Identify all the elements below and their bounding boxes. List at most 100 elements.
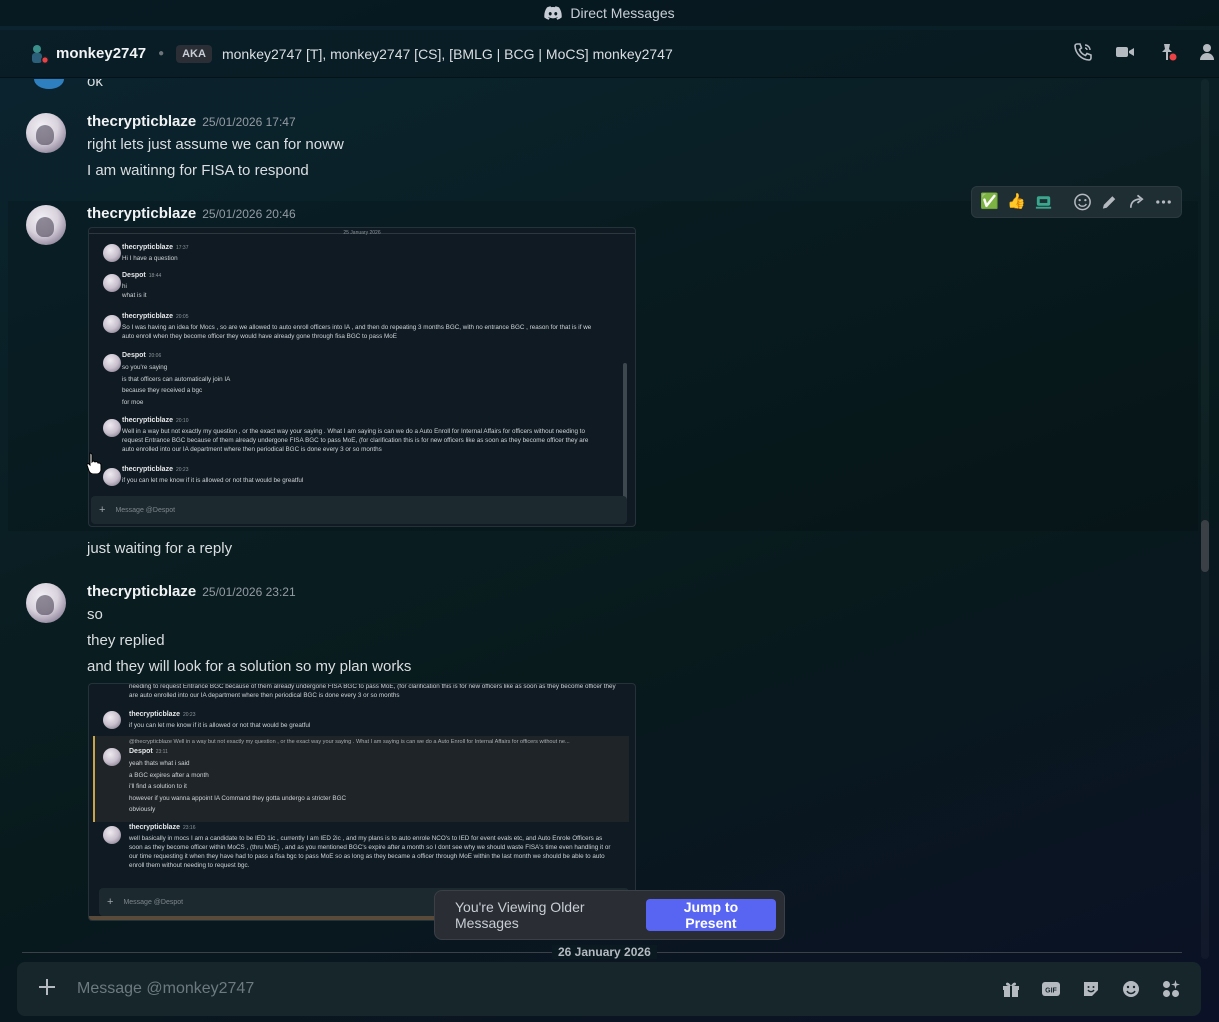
message-text: so xyxy=(87,606,103,623)
emoji-icon[interactable] xyxy=(1121,979,1141,999)
date-divider-label: 26 January 2026 xyxy=(552,945,657,959)
attachment-avatar xyxy=(103,468,121,486)
message-list-scrollbar-track[interactable] xyxy=(1201,79,1209,959)
jump-to-present-button[interactable]: Jump to Present xyxy=(645,899,776,931)
attachment-text: if you can let me know if it is allowed … xyxy=(129,722,311,729)
attachment-time: 23:16 xyxy=(182,825,196,831)
attachment-text: yeah thats what i said a BGC expires aft… xyxy=(129,760,347,813)
attachment-author-name: thecrypticblaze xyxy=(122,244,173,251)
gift-icon[interactable] xyxy=(1001,979,1021,999)
window-title: Direct Messages xyxy=(570,5,675,21)
attachment-time: 17:37 xyxy=(175,245,189,251)
message-text: right lets just assume we can for noww xyxy=(87,136,344,153)
attachment-time: 20:06 xyxy=(148,353,162,359)
author-name[interactable]: thecrypticblaze xyxy=(87,205,196,222)
message-author[interactable]: thecrypticblaze 25/01/2026 20:46 xyxy=(87,205,296,222)
apps-icon[interactable] xyxy=(1161,979,1181,999)
attachment-text: well basically in mocs I am a candidate … xyxy=(129,835,611,869)
attachment-author-name: thecrypticblaze xyxy=(129,711,180,718)
attachment-author: thecrypticblaze 20:05 xyxy=(122,313,188,320)
composer-tools: GIF xyxy=(1001,979,1201,999)
attachment-time: 18:44 xyxy=(148,273,162,279)
header-actions xyxy=(1073,42,1219,62)
attachment-author: thecrypticblaze 20:10 xyxy=(122,417,188,424)
author-name[interactable]: thecrypticblaze xyxy=(87,113,196,130)
message-timestamp: 25/01/2026 20:46 xyxy=(202,207,296,221)
attachment-author-name: thecrypticblaze xyxy=(122,417,173,424)
attachment-author: thecrypticblaze 23:16 xyxy=(129,824,195,831)
attachment-text: needing to request Entrance BGC because … xyxy=(129,683,616,699)
attachment-author: Despot 20:06 xyxy=(122,352,161,359)
message-list[interactable]: ok thecrypticblaze 25/01/2026 17:47 right… xyxy=(0,79,1219,959)
attachment-time: 20:23 xyxy=(175,467,189,473)
forward-icon[interactable] xyxy=(1127,192,1146,212)
add-reaction-icon[interactable] xyxy=(1073,192,1092,212)
aka-names: monkey2747 [T], monkey2747 [CS], [BMLG |… xyxy=(221,45,673,62)
attachment-time: 20:23 xyxy=(182,712,196,718)
sticker-icon[interactable] xyxy=(1081,979,1101,999)
avatar[interactable] xyxy=(26,113,66,153)
image-attachment[interactable]: 25 January 2026 thecrypticblaze 17:37 Hi … xyxy=(88,227,636,527)
add-friend-icon[interactable] xyxy=(1199,42,1219,62)
attachment-author: thecrypticblaze 20:23 xyxy=(122,466,188,473)
attachment-author-name: Despot xyxy=(129,748,153,755)
message-list-scrollbar-thumb[interactable] xyxy=(1201,520,1209,572)
older-messages-text: You're Viewing Older Messages xyxy=(455,899,585,931)
message-author[interactable]: thecrypticblaze 25/01/2026 23:21 xyxy=(87,583,296,600)
more-options-icon[interactable] xyxy=(1154,192,1173,212)
avatar-figure-icon xyxy=(32,44,49,64)
attachment-author-name: thecrypticblaze xyxy=(122,313,173,320)
edit-icon[interactable] xyxy=(1100,192,1119,212)
attachment-input-placeholder: Message @Despot xyxy=(123,898,184,906)
quick-reaction-check[interactable]: ✅ xyxy=(980,192,999,212)
pinned-messages-icon[interactable] xyxy=(1157,42,1177,62)
attachment-avatar xyxy=(103,244,121,262)
attachment-plus-icon: + xyxy=(99,504,106,516)
message-text: just waiting for a reply xyxy=(87,540,233,557)
attachment-scrollbar xyxy=(623,363,627,513)
plus-icon xyxy=(39,979,55,995)
attachment-reply-preview: @thecrypticblaze Well in a way but not e… xyxy=(129,739,570,745)
message-text: and they will look for a solution so my … xyxy=(87,658,412,675)
aka-badge: AKA xyxy=(176,44,212,63)
quick-reaction-custom-icon[interactable] xyxy=(1034,192,1053,212)
header-username[interactable]: monkey2747 xyxy=(56,45,146,62)
attachment-avatar xyxy=(103,748,121,766)
message-timestamp: 25/01/2026 23:21 xyxy=(202,585,296,599)
older-messages-bar: You're Viewing Older Messages Jump to Pr… xyxy=(434,890,785,940)
attachment-author: Despot 18:44 xyxy=(122,272,161,279)
attachment-author: thecrypticblaze 20:23 xyxy=(129,711,195,718)
attachment-date: 25 January 2026 xyxy=(343,230,381,236)
attachment-text: if you can let me know if it is allowed … xyxy=(122,477,304,484)
message-input[interactable] xyxy=(77,980,1001,998)
attachment-avatar xyxy=(103,826,121,844)
attachment-text: Hi I have a question xyxy=(122,255,178,262)
message-composer: GIF xyxy=(17,962,1201,1016)
user-avatar[interactable] xyxy=(28,43,50,65)
gif-icon[interactable]: GIF xyxy=(1041,979,1061,999)
message-actions-toolbar: ✅ 👍 xyxy=(971,186,1182,218)
quick-reaction-thumbs-up[interactable]: 👍 xyxy=(1007,192,1026,212)
message-author[interactable]: thecrypticblaze 25/01/2026 17:47 xyxy=(87,113,296,130)
attachment-avatar xyxy=(103,354,121,372)
attachment-author: Despot 23:11 xyxy=(129,748,168,755)
voice-call-icon[interactable] xyxy=(1073,42,1093,62)
avatar[interactable] xyxy=(26,583,66,623)
message-timestamp: 25/01/2026 17:47 xyxy=(202,115,296,129)
attachment-avatar xyxy=(103,711,121,729)
video-call-icon[interactable] xyxy=(1115,42,1135,62)
image-attachment[interactable]: needing to request Entrance BGC because … xyxy=(88,683,636,921)
attachment-text: so you're saying is that officers can au… xyxy=(122,364,231,406)
avatar[interactable] xyxy=(26,205,66,245)
hand-cursor-icon xyxy=(86,452,102,474)
attachment-time: 23:11 xyxy=(155,749,168,755)
message-text: they replied xyxy=(87,632,165,649)
attachment-author-name: Despot xyxy=(122,352,146,359)
author-name[interactable]: thecrypticblaze xyxy=(87,583,196,600)
attachment-text: So I was having an idea for Mocs , so ar… xyxy=(122,324,592,340)
partial-message-text: ok xyxy=(87,79,103,90)
upload-plus-button[interactable] xyxy=(17,975,77,1003)
message-text: I am waitinng for FISA to respond xyxy=(87,162,309,179)
attachment-author-name: Despot xyxy=(122,272,146,279)
attachment-author-name: thecrypticblaze xyxy=(122,466,173,473)
